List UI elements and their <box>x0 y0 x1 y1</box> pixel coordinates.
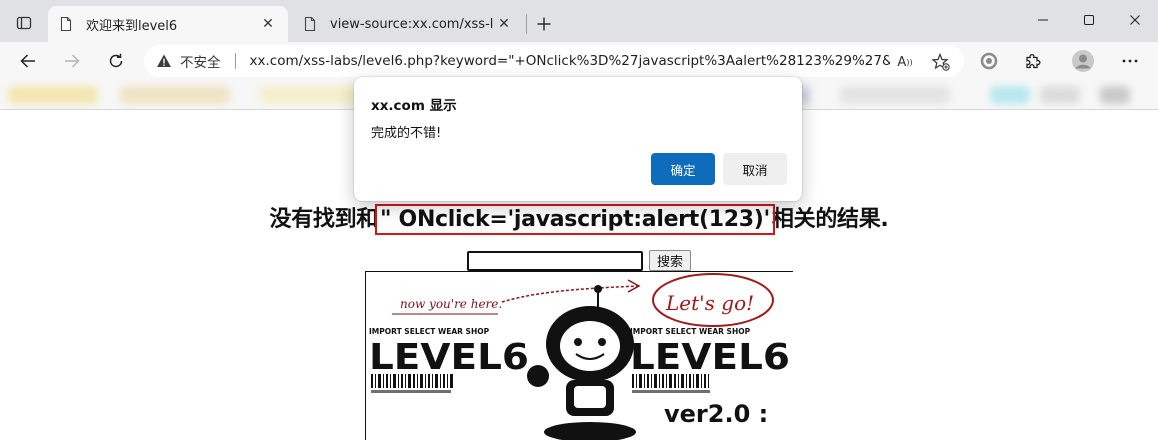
search-button[interactable]: 搜索 <box>649 250 691 271</box>
favorite-item[interactable] <box>260 86 360 104</box>
add-favorite-icon[interactable] <box>932 53 950 71</box>
profile-button[interactable] <box>1067 45 1099 77</box>
alert-dialog: xx.com 显示 完成的不错! 确定 取消 <box>354 77 802 201</box>
favorite-item[interactable] <box>1040 86 1080 104</box>
banner-handwriting-left: now you're here. <box>400 297 502 311</box>
plus-icon <box>537 17 551 31</box>
banner-handwriting-right: Let's go! <box>665 291 754 315</box>
browser-essentials-button[interactable] <box>973 45 1005 77</box>
search-form: 搜索 <box>467 250 691 271</box>
banner-level-left: LEVEL6 <box>369 337 529 378</box>
read-aloud-icon[interactable]: A)) <box>896 53 914 71</box>
new-tab-button[interactable] <box>530 10 558 38</box>
heading-suffix: 相关的结果. <box>771 207 889 232</box>
dialog-message: 完成的不错! <box>371 126 442 141</box>
favorite-item[interactable] <box>840 86 950 104</box>
forward-arrow-icon <box>65 54 80 68</box>
address-bar[interactable]: 不安全 xx.com/xss-labs/level6.php?keyword="… <box>144 45 964 77</box>
close-tab-icon[interactable]: ✕ <box>494 14 514 34</box>
level6-banner-image: now you're here. Let's go! IMPORT SELECT… <box>365 271 793 440</box>
browser-titlebar: 欢迎来到level6 ✕ view-source:xx.com/xss-labs… <box>0 0 1158 42</box>
favorite-item[interactable] <box>990 86 1030 104</box>
tab-actions-button[interactable] <box>8 9 40 37</box>
avatar-icon <box>1072 50 1094 72</box>
tab-title: view-source:xx.com/xss-labs/leve <box>330 16 494 32</box>
ok-button[interactable]: 确定 <box>651 153 715 185</box>
settings-menu-button[interactable] <box>1114 45 1146 77</box>
favorite-item[interactable] <box>120 86 230 104</box>
tab-actions-icon <box>16 16 32 30</box>
close-tab-icon[interactable]: ✕ <box>258 14 278 34</box>
browser-toolbar: 不安全 xx.com/xss-labs/level6.php?keyword="… <box>0 42 1158 80</box>
injected-payload-highlight: " ONclick='javascript:alert(123)' <box>375 204 775 235</box>
extensions-button[interactable] <box>1017 45 1049 77</box>
tab-level6[interactable]: 欢迎来到level6 ✕ <box>48 6 288 42</box>
page-heading: 没有找到和" ONclick='javascript:alert(123)'相关… <box>0 201 1158 235</box>
banner-shop-left: IMPORT SELECT WEAR SHOP <box>369 327 490 336</box>
banner-version: ver2.0 : <box>664 400 768 428</box>
address-separator <box>234 53 236 69</box>
dialog-title: xx.com 显示 <box>371 98 457 114</box>
back-arrow-icon <box>20 54 35 68</box>
puzzle-icon <box>1026 54 1041 69</box>
essentials-icon <box>980 52 998 70</box>
heading-prefix: 没有找到和 <box>269 207 379 232</box>
close-window-button[interactable] <box>1112 0 1158 40</box>
forward-button[interactable] <box>56 45 88 77</box>
favorite-item[interactable] <box>1100 86 1130 104</box>
insecure-label[interactable]: 不安全 <box>180 51 221 71</box>
cancel-button[interactable]: 取消 <box>723 153 787 185</box>
url-text[interactable]: xx.com/xss-labs/level6.php?keyword="+ONc… <box>250 53 890 69</box>
minimize-button[interactable] <box>1020 0 1066 40</box>
maximize-button[interactable] <box>1066 0 1112 40</box>
back-button[interactable] <box>12 45 44 77</box>
favorite-item[interactable] <box>8 86 98 104</box>
page-favicon-icon <box>60 16 72 32</box>
page-favicon-icon <box>304 16 316 32</box>
robot-mascot <box>527 285 636 440</box>
minimize-icon <box>1038 19 1048 21</box>
tab-title: 欢迎来到level6 <box>86 18 178 34</box>
banner-level-right: LEVEL6 <box>630 337 790 378</box>
more-icon <box>1122 59 1138 63</box>
maximize-icon <box>1084 15 1094 25</box>
banner-shop-right: IMPORT SELECT WEAR SHOP <box>630 327 751 336</box>
refresh-icon <box>109 53 123 68</box>
tab-separator <box>526 14 527 34</box>
refresh-button[interactable] <box>100 45 132 77</box>
close-icon <box>1130 15 1140 25</box>
warning-icon[interactable] <box>156 53 172 69</box>
search-input[interactable] <box>467 250 643 271</box>
tab-view-source[interactable]: view-source:xx.com/xss-labs/leve ✕ <box>292 6 524 42</box>
